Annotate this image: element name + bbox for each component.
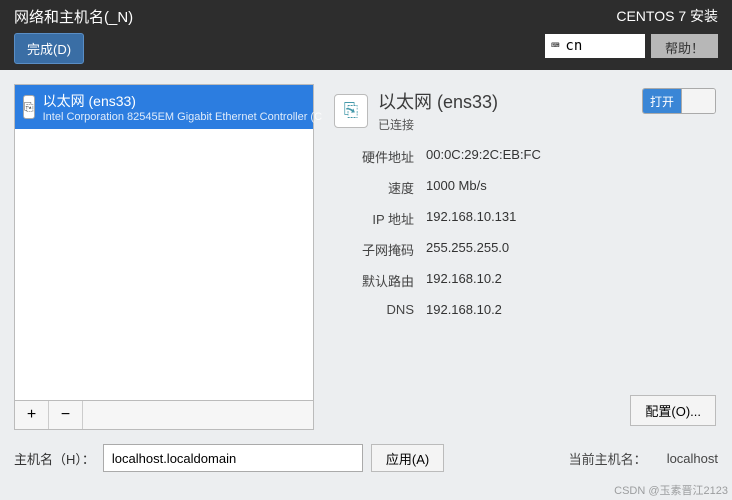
hostname-label: 主机名（H）： xyxy=(14,449,95,468)
watermark: CSDN @玉素晋江2123 xyxy=(614,482,728,498)
dns-value: 192.168.10.2 xyxy=(426,302,718,317)
list-item[interactable]: ⎘ 以太网 (ens33) Intel Corporation 82545EM … xyxy=(15,85,313,129)
ip-value: 192.168.10.131 xyxy=(426,209,718,228)
details-panel: ⎘ 以太网 (ens33) 已连接 打开 硬件地址 00:0C:29:2C:EB… xyxy=(334,84,718,430)
page-title: 网络和主机名(_N) xyxy=(14,6,133,27)
gateway-label: 默认路由 xyxy=(334,271,414,290)
current-hostname-value: localhost xyxy=(667,451,718,466)
netmask-value: 255.255.255.0 xyxy=(426,240,718,259)
ethernet-icon: ⎘ xyxy=(23,95,35,119)
speed-label: 速度 xyxy=(334,178,414,197)
speed-value: 1000 Mb/s xyxy=(426,178,718,197)
details-grid: 硬件地址 00:0C:29:2C:EB:FC 速度 1000 Mb/s IP 地… xyxy=(334,147,718,317)
details-title: 以太网 (ens33) xyxy=(378,88,498,114)
remove-interface-button[interactable]: − xyxy=(49,401,83,429)
header: 网络和主机名(_N) 完成(D) CENTOS 7 安装 ⌨ cn 帮助！ xyxy=(0,0,732,70)
install-title: CENTOS 7 安装 xyxy=(545,6,718,26)
keyboard-icon: ⌨ xyxy=(551,38,559,54)
add-interface-button[interactable]: + xyxy=(15,401,49,429)
list-toolbar: + − xyxy=(14,401,314,430)
toggle-knob xyxy=(681,89,715,113)
content: ⎘ 以太网 (ens33) Intel Corporation 82545EM … xyxy=(0,70,732,430)
interface-desc: Intel Corporation 82545EM Gigabit Ethern… xyxy=(43,111,322,123)
dns-label: DNS xyxy=(334,302,414,317)
interface-panel: ⎘ 以太网 (ens33) Intel Corporation 82545EM … xyxy=(14,84,314,430)
configure-button[interactable]: 配置(O)... xyxy=(630,395,716,426)
done-button[interactable]: 完成(D) xyxy=(14,33,84,64)
interface-list[interactable]: ⎘ 以太网 (ens33) Intel Corporation 82545EM … xyxy=(14,84,314,401)
hostname-input[interactable] xyxy=(103,444,363,472)
interface-name: 以太网 (ens33) xyxy=(43,91,322,111)
ip-label: IP 地址 xyxy=(334,209,414,228)
help-button[interactable]: 帮助！ xyxy=(651,34,718,58)
ethernet-icon: ⎘ xyxy=(334,94,368,128)
gateway-value: 192.168.10.2 xyxy=(426,271,718,290)
netmask-label: 子网掩码 xyxy=(334,240,414,259)
footer: 主机名（H）： 应用(A) 当前主机名： localhost xyxy=(0,430,732,486)
keyboard-layout-text: cn xyxy=(565,38,582,54)
apply-hostname-button[interactable]: 应用(A) xyxy=(371,444,444,472)
keyboard-layout-indicator[interactable]: ⌨ cn xyxy=(545,34,645,58)
connection-toggle[interactable]: 打开 xyxy=(642,88,716,114)
current-hostname-label: 当前主机名： xyxy=(569,449,647,468)
hw-addr-value: 00:0C:29:2C:EB:FC xyxy=(426,147,718,166)
toggle-on-label: 打开 xyxy=(643,89,681,113)
connection-status: 已连接 xyxy=(378,116,498,133)
hw-addr-label: 硬件地址 xyxy=(334,147,414,166)
